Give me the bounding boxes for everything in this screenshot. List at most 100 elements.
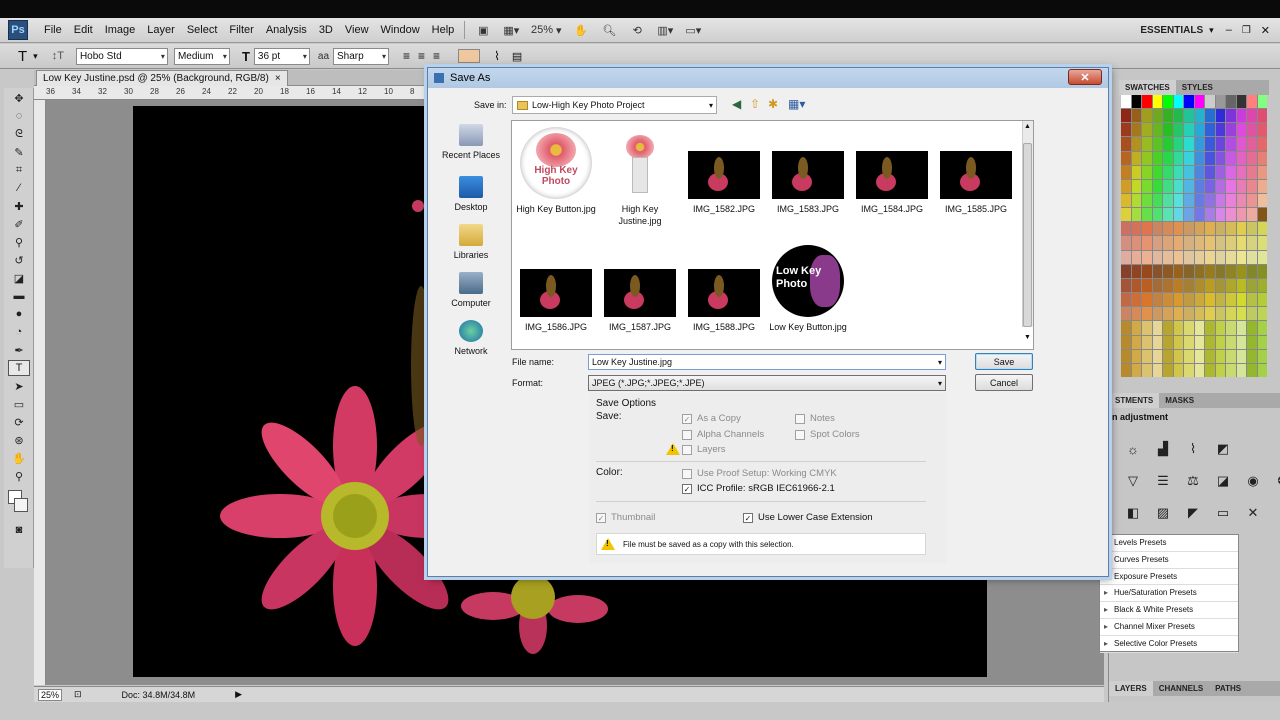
swatch[interactable] <box>1142 137 1152 151</box>
swatch[interactable] <box>1215 95 1225 109</box>
swatch[interactable] <box>1163 95 1173 109</box>
swatch[interactable] <box>1173 278 1183 293</box>
swatch[interactable] <box>1184 250 1194 264</box>
minimize-icon[interactable]: – <box>1226 24 1232 36</box>
swatch[interactable] <box>1215 123 1225 137</box>
swatch[interactable] <box>1205 264 1215 278</box>
swatch[interactable] <box>1173 307 1183 321</box>
swatch[interactable] <box>1226 137 1236 151</box>
swatch[interactable] <box>1173 193 1183 208</box>
file-item[interactable]: IMG_1583.JPG <box>768 151 848 215</box>
swatch[interactable] <box>1205 335 1215 349</box>
swatch[interactable] <box>1257 193 1267 208</box>
swatch[interactable] <box>1184 307 1194 321</box>
swatch[interactable] <box>1194 109 1204 123</box>
swatch[interactable] <box>1152 335 1162 349</box>
quick-select-tool-icon[interactable]: ✎ <box>8 144 30 160</box>
swatch[interactable] <box>1152 109 1162 123</box>
move-tool-icon[interactable]: ✥ <box>8 90 30 106</box>
swatch[interactable] <box>1131 208 1141 222</box>
swatch[interactable] <box>1205 236 1215 250</box>
dialog-title-bar[interactable]: Save As ✕ <box>428 68 1108 88</box>
swatch[interactable] <box>1247 250 1257 264</box>
align-left-icon[interactable]: ≡ <box>403 49 410 63</box>
swatch[interactable] <box>1131 236 1141 250</box>
swatch[interactable] <box>1152 363 1162 377</box>
save-button[interactable]: Save <box>975 353 1033 370</box>
swatch[interactable] <box>1173 222 1183 236</box>
shape-tool-icon[interactable]: ▭ <box>8 396 30 412</box>
file-name-input[interactable]: Low Key Justine.jpg ▾ <box>588 354 946 370</box>
bridge-icon[interactable]: ▣ <box>472 21 494 39</box>
color-balance-icon[interactable]: ⚖ <box>1183 472 1203 490</box>
swatch[interactable] <box>1226 123 1236 137</box>
swatch[interactable] <box>1173 151 1183 165</box>
swatch[interactable] <box>1184 165 1194 179</box>
channel-mixer-icon[interactable]: ❂ <box>1273 472 1280 490</box>
swatch[interactable] <box>1121 208 1131 222</box>
swatch[interactable] <box>1257 151 1267 165</box>
swatch[interactable] <box>1184 123 1194 137</box>
eraser-tool-icon[interactable]: ◪ <box>8 270 30 286</box>
swatch[interactable] <box>1173 137 1183 151</box>
swatch[interactable] <box>1163 109 1173 123</box>
swatch[interactable] <box>1163 193 1173 208</box>
swatch[interactable] <box>1121 165 1131 179</box>
color-swatches[interactable] <box>4 486 33 520</box>
swatch[interactable] <box>1236 151 1246 165</box>
swatch[interactable] <box>1194 137 1204 151</box>
swatch[interactable] <box>1215 363 1225 377</box>
menu-3d[interactable]: 3D <box>313 18 339 43</box>
swatch[interactable] <box>1257 321 1267 335</box>
3d-rotate-tool-icon[interactable]: ⟳ <box>8 414 30 430</box>
swatch[interactable] <box>1152 321 1162 335</box>
swatch[interactable] <box>1257 222 1267 236</box>
swatch[interactable] <box>1142 193 1152 208</box>
swatch[interactable] <box>1131 264 1141 278</box>
swatch[interactable] <box>1194 208 1204 222</box>
swatch[interactable] <box>1194 123 1204 137</box>
lower-case-extension-checkbox[interactable]: ✓ Use Lower Case Extension <box>743 512 873 523</box>
swatch[interactable] <box>1257 165 1267 179</box>
swatch[interactable] <box>1142 363 1152 377</box>
swatch[interactable] <box>1163 165 1173 179</box>
swatch[interactable] <box>1131 250 1141 264</box>
blur-tool-icon[interactable]: ● <box>8 306 30 322</box>
format-select[interactable]: JPEG (*.JPG;*.JPEG;*.JPE) ▾ <box>588 375 946 391</box>
align-right-icon[interactable]: ≡ <box>433 49 440 63</box>
swatch[interactable] <box>1257 95 1267 109</box>
swatch[interactable] <box>1215 137 1225 151</box>
swatch[interactable] <box>1131 307 1141 321</box>
swatch[interactable] <box>1173 123 1183 137</box>
swatch[interactable] <box>1184 179 1194 193</box>
swatch[interactable] <box>1226 335 1236 349</box>
lasso-tool-icon[interactable]: ᘓ <box>8 126 30 142</box>
swatch[interactable] <box>1226 179 1236 193</box>
swatch[interactable] <box>1236 109 1246 123</box>
swatch[interactable] <box>1163 179 1173 193</box>
swatch[interactable] <box>1131 137 1141 151</box>
menu-view[interactable]: View <box>339 18 375 43</box>
swatch[interactable] <box>1184 363 1194 377</box>
file-item[interactable]: IMG_1587.JPG <box>600 269 680 333</box>
swatch[interactable] <box>1152 208 1162 222</box>
swatch[interactable] <box>1257 278 1267 293</box>
swatch[interactable] <box>1247 349 1257 363</box>
swatch[interactable] <box>1142 208 1152 222</box>
swatch[interactable] <box>1257 250 1267 264</box>
swatch[interactable] <box>1121 250 1131 264</box>
swatch[interactable] <box>1215 307 1225 321</box>
font-family-select[interactable]: Hobo Std ▾ <box>75 47 168 65</box>
swatch[interactable] <box>1163 335 1173 349</box>
swatch[interactable] <box>1257 179 1267 193</box>
swatch[interactable] <box>1257 349 1267 363</box>
swatch[interactable] <box>1121 293 1131 307</box>
file-item[interactable]: IMG_1584.JPG <box>852 151 932 215</box>
scrollbar-thumb[interactable] <box>1023 143 1032 327</box>
clone-stamp-tool-icon[interactable]: ⚲ <box>8 234 30 250</box>
back-icon[interactable]: ◀ <box>732 97 741 111</box>
swatch[interactable] <box>1205 208 1215 222</box>
swatch[interactable] <box>1163 264 1173 278</box>
place-libraries[interactable]: Libraries <box>436 224 506 260</box>
file-item[interactable]: IMG_1582.JPG <box>684 151 764 215</box>
